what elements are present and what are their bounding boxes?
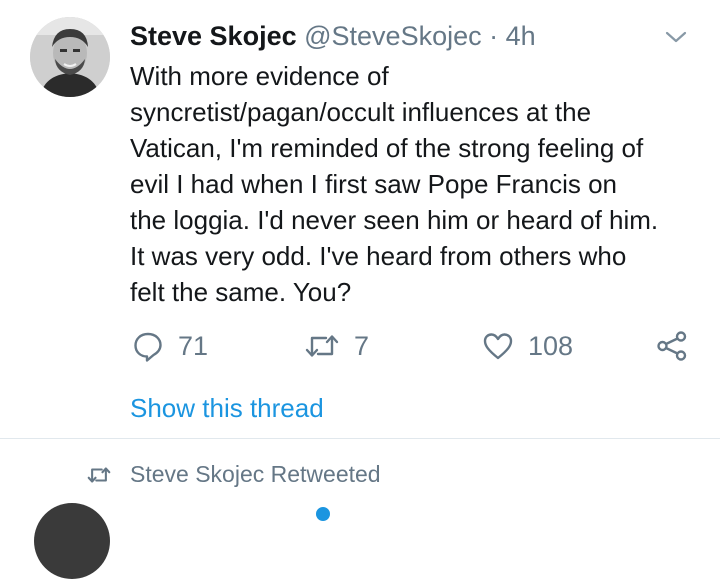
retweet-count: 7 <box>354 330 370 361</box>
heart-icon <box>483 333 513 360</box>
header-separator: · <box>489 21 499 51</box>
like-button[interactable]: 108 <box>482 330 573 362</box>
author-name[interactable]: Steve Skojec <box>130 21 297 51</box>
avatar-photo <box>30 17 110 97</box>
chevron-down-icon[interactable] <box>664 25 688 49</box>
retweet-button[interactable]: 7 <box>304 330 369 362</box>
tweet-text: With more evidence of syncretist/pagan/o… <box>130 61 659 307</box>
like-count: 108 <box>528 330 574 361</box>
next-tweet-avatar[interactable] <box>34 503 110 579</box>
reply-icon <box>134 332 162 362</box>
retweet-icon <box>305 335 339 357</box>
reply-count: 71 <box>178 330 209 361</box>
divider <box>0 438 720 439</box>
share-button[interactable] <box>656 330 688 362</box>
tweet-timestamp[interactable]: 4h <box>506 21 536 51</box>
share-icon <box>657 331 687 361</box>
tweet-header: Steve Skojec @SteveSkojec · 4h <box>130 20 536 52</box>
retweeted-by-label[interactable]: Steve Skojec Retweeted <box>130 461 381 488</box>
avatar[interactable] <box>30 17 110 97</box>
show-thread-link[interactable]: Show this thread <box>130 393 324 424</box>
next-tweet-indicator <box>316 507 330 521</box>
author-handle[interactable]: @SteveSkojec <box>304 21 482 51</box>
retweet-icon <box>86 464 112 491</box>
reply-button[interactable]: 71 <box>132 330 208 362</box>
